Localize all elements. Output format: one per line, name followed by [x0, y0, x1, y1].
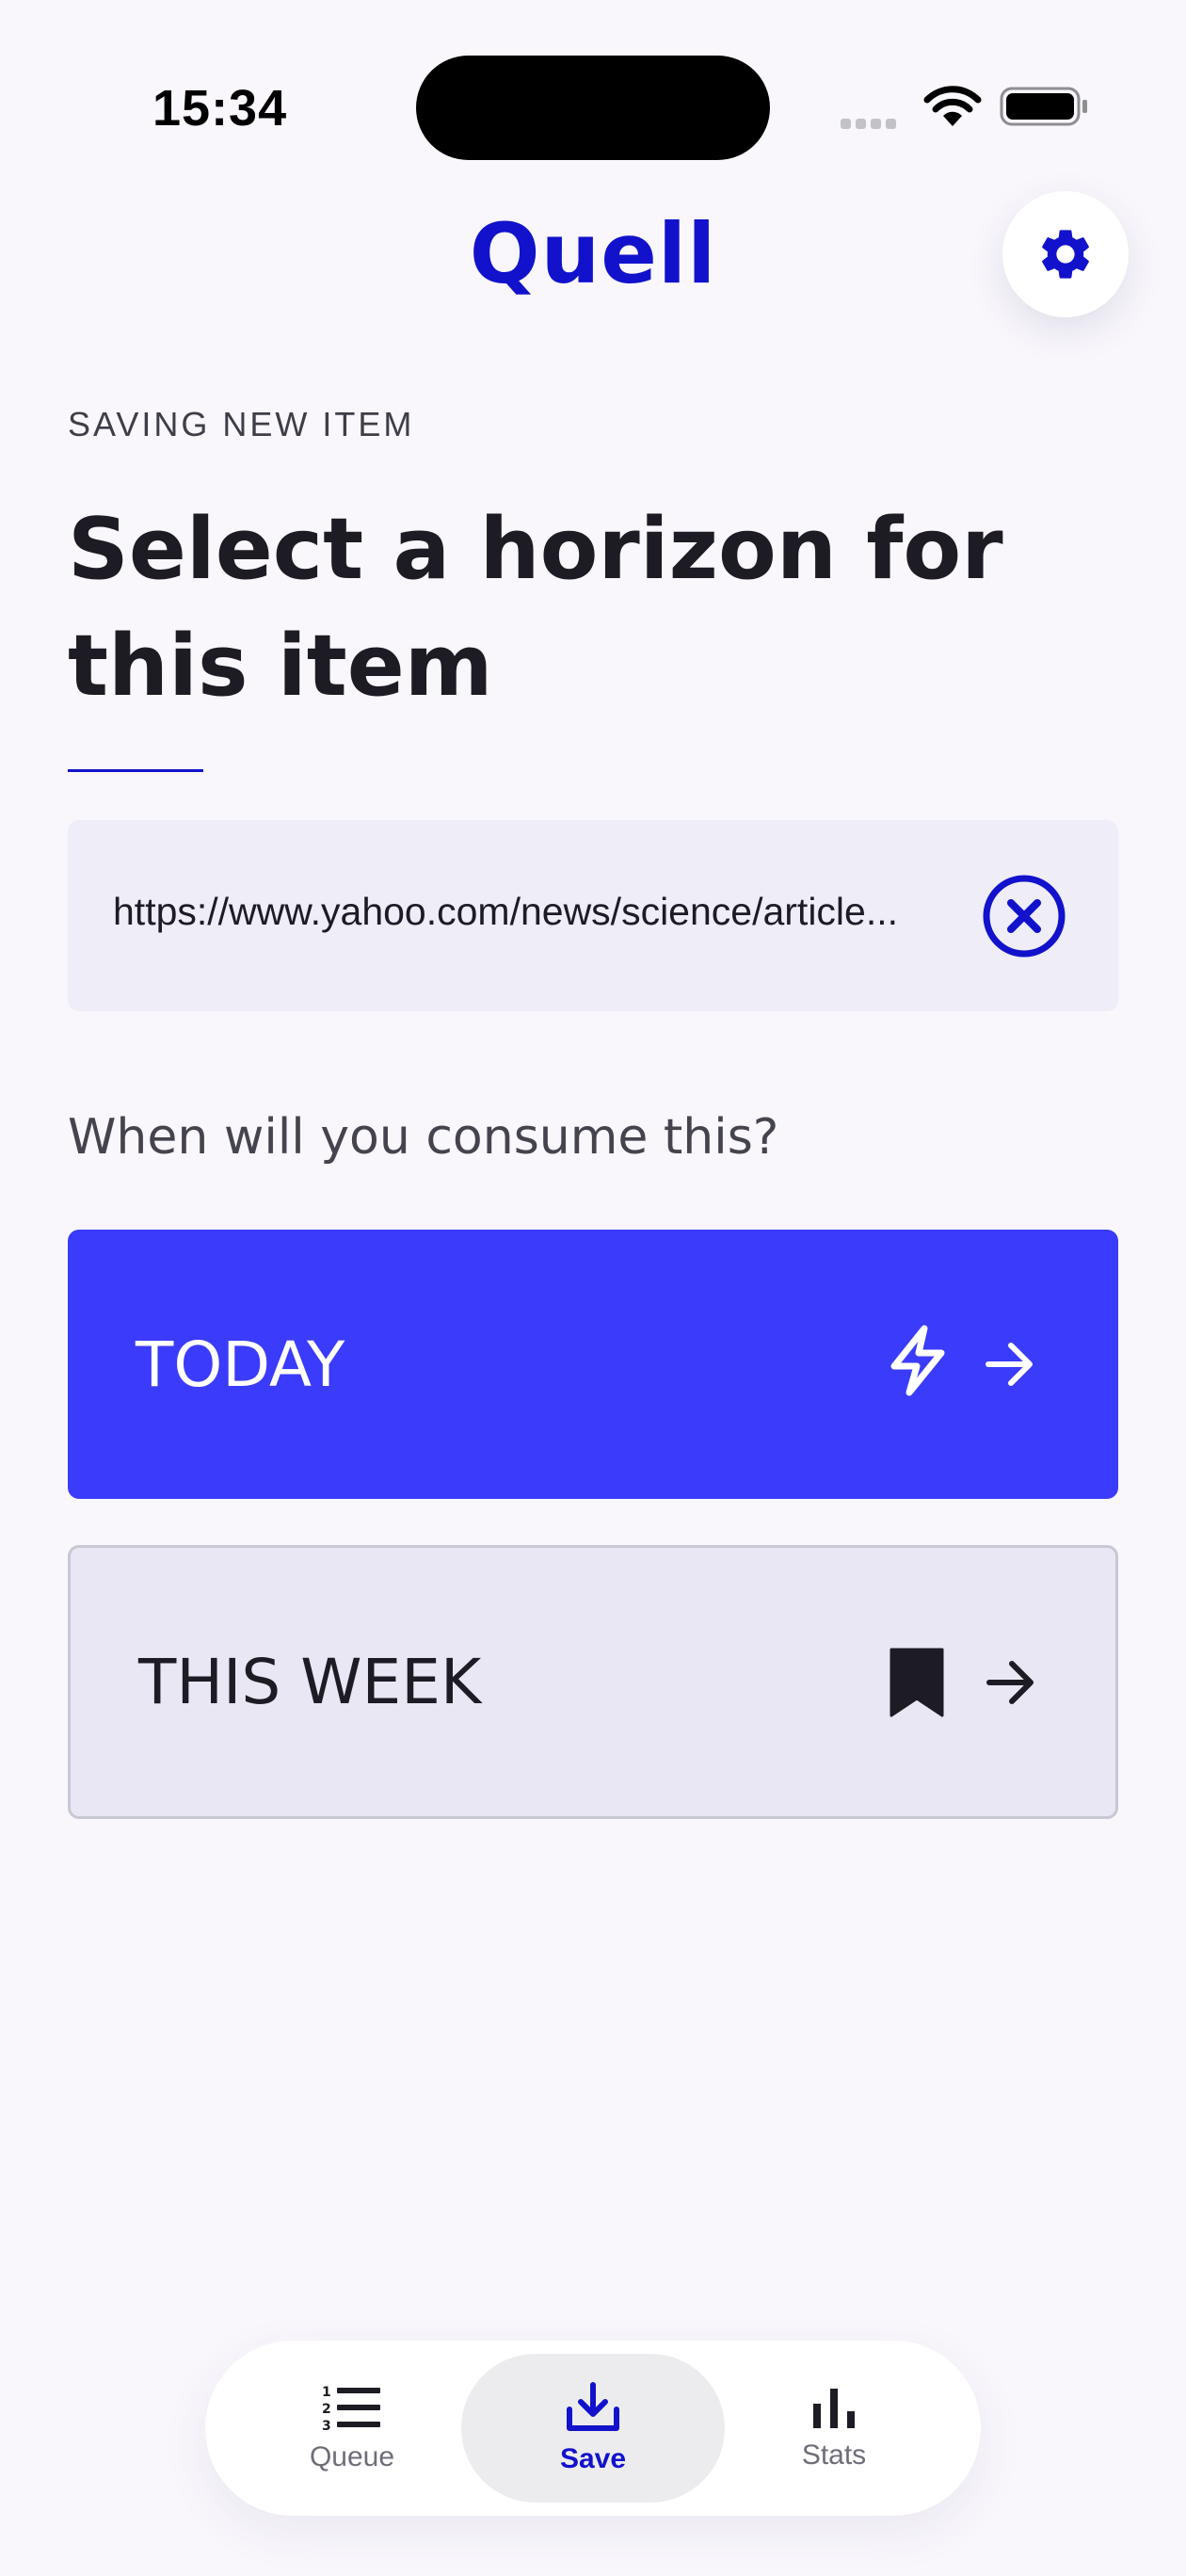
clear-x-circle-icon	[983, 875, 1066, 958]
url-value: https://www.yahoo.com/news/science/artic…	[113, 890, 899, 933]
nav-label-queue: Queue	[309, 2441, 395, 2472]
bookmark-icon	[890, 1648, 944, 1717]
settings-button[interactable]	[1002, 191, 1129, 317]
arrow-right-icon	[986, 1343, 1033, 1386]
section-eyebrow: SAVING NEW ITEM	[68, 405, 415, 443]
cellular-signal-icon	[841, 115, 901, 133]
wifi-icon	[923, 86, 982, 126]
clear-url-button[interactable]	[981, 873, 1067, 959]
option-today-button[interactable]: TODAY	[68, 1230, 1118, 1499]
battery-icon	[1000, 87, 1087, 126]
option-label: THIS WEEK	[138, 1646, 482, 1718]
nav-label-stats: Stats	[801, 2439, 867, 2471]
page-title: Select a horizon for this item	[68, 500, 1003, 716]
svg-text:3: 3	[322, 2419, 331, 2432]
url-field[interactable]: https://www.yahoo.com/news/science/artic…	[68, 820, 1118, 1011]
nav-label-save: Save	[559, 2443, 627, 2474]
ordered-list-icon: 1 2 3	[322, 2385, 380, 2432]
lightning-icon	[890, 1325, 945, 1396]
gear-icon	[1042, 230, 1089, 279]
svg-text:1: 1	[322, 2385, 331, 2400]
horizon-question: When will you consume this?	[68, 1109, 779, 1166]
download-tray-icon	[567, 2382, 619, 2431]
dynamic-island	[416, 56, 770, 160]
arrow-right-icon	[986, 1661, 1034, 1704]
bar-chart-icon	[813, 2389, 855, 2428]
nav-item-queue[interactable]: 1 2 3 Queue	[220, 2354, 484, 2503]
svg-text:2: 2	[322, 2402, 331, 2417]
nav-item-save[interactable]: Save	[461, 2354, 725, 2503]
bottom-navigation: 1 2 3 Queue Save Stats	[205, 2341, 981, 2516]
status-time: 15:34	[152, 80, 288, 137]
option-this-week-button[interactable]: THIS WEEK	[68, 1545, 1118, 1819]
title-underline	[68, 769, 203, 772]
nav-item-stats[interactable]: Stats	[702, 2354, 966, 2503]
option-label: TODAY	[136, 1328, 345, 1401]
status-bar: 15:34	[0, 0, 1186, 188]
